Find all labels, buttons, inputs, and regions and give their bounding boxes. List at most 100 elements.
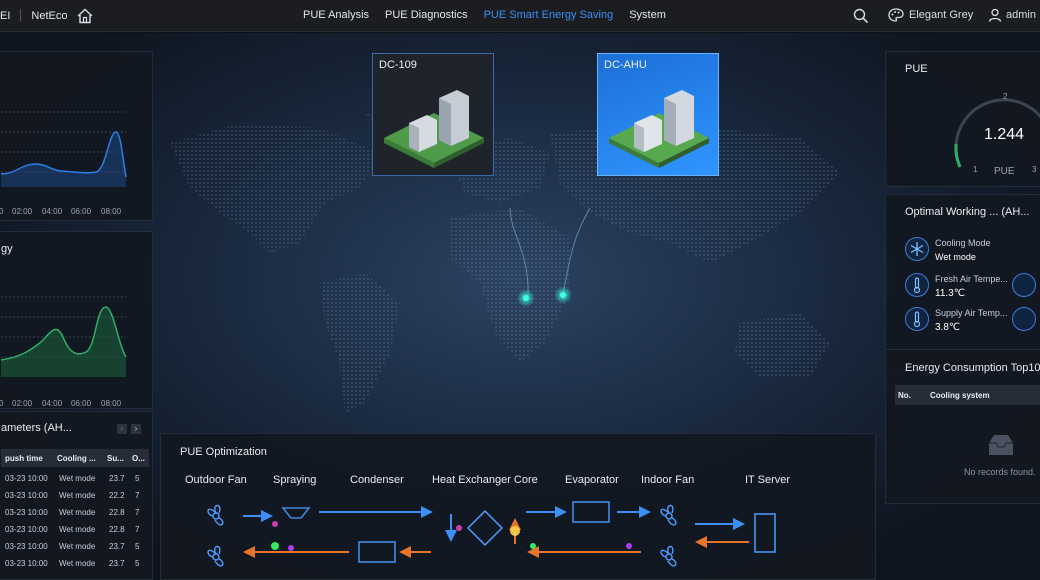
table-cell: 5 [135,474,140,483]
table-cell: 7 [135,525,140,534]
snowflake-icon [905,237,929,261]
column-header[interactable]: Cooling system [930,391,990,400]
table-row[interactable]: 03-23 10:00 Wet mode 23.7 5 [1,555,149,572]
working-item-name: Fresh Air Tempe... [935,274,1008,284]
panel-title: PUE Optimization [180,446,267,458]
stage-label-condenser: Condenser [350,474,404,486]
dc-card-dc-ahu[interactable]: DC-AHU [597,53,719,176]
product-name[interactable]: NetEco [31,10,67,22]
column-header[interactable]: push time [5,454,43,463]
fan-icon [207,504,677,567]
home-icon[interactable] [76,7,94,25]
gauge-scale: 2 [1003,92,1008,101]
world-map [170,108,840,413]
x-tick: 04:00 [42,207,63,216]
table-cell: 03-23 10:00 [5,559,48,568]
table-row[interactable]: 03-23 10:00 Wet mode 23.7 5 [1,538,149,555]
table-cell: 03-23 10:00 [5,474,48,483]
brand-logo-text: EI [0,10,11,22]
panel-title: Energy Consumption Top10 [905,362,1040,374]
working-item-value: Wet mode [935,252,976,262]
table-cell: 23.7 [109,474,125,483]
thermometer-icon [905,307,929,331]
table-row[interactable]: 03-23 10:00 Wet mode 22.2 7 [1,487,149,504]
table-cell: 22.8 [109,508,125,517]
dc-card-label: DC-109 [379,59,417,71]
table-cell: Wet mode [59,474,96,483]
table-cell: Wet mode [59,559,96,568]
x-tick: 02:00 [12,399,33,408]
nav-pue-smart-energy-saving[interactable]: PUE Smart Energy Saving [484,9,614,21]
stage-label-evaporator: Evaporator [565,474,619,486]
table-row[interactable]: 03-23 10:00 Wet mode 22.8 7 [1,521,149,538]
stage-label-it-server: IT Server [745,474,791,486]
working-item-name: Cooling Mode [935,238,991,248]
table-cell: 22.8 [109,525,125,534]
brand: EI NetEco [0,9,67,22]
fan-icon [1012,307,1036,331]
panel-title: Optimal Working ... (AH... [905,206,1030,218]
user-menu[interactable]: admin [988,8,1036,22]
x-tick: 0 [0,399,4,408]
table-cell: Wet mode [59,491,96,500]
x-tick: 06:00 [71,399,92,408]
empty-message: No records found. [964,467,1036,477]
column-header[interactable]: No. [898,391,911,400]
working-item-value: 11.3℃ [935,288,965,299]
panel-title: PUE [905,63,928,75]
panel-title: gy [1,243,13,255]
inbox-icon [989,435,1013,455]
table-cell: 22.2 [109,491,125,500]
nav-pue-analysis[interactable]: PUE Analysis [303,9,369,21]
table-cell: 23.7 [109,559,125,568]
prev-page-button[interactable]: ‹ [117,424,127,434]
table-cell: Wet mode [59,542,96,551]
table-cell: 23.7 [109,542,125,551]
next-page-button[interactable]: › [131,424,141,434]
x-tick: 0 [0,207,4,216]
nav-system[interactable]: System [629,9,666,21]
thermometer-icon [905,273,929,297]
stage-label-outdoor-fan: Outdoor Fan [185,474,247,486]
pue-optimization-panel: PUE Optimization Outdoor Fan Spraying Co… [160,433,876,580]
x-tick: 04:00 [42,399,63,408]
table-cell: 03-23 10:00 [5,542,48,551]
column-header[interactable]: Su... [107,454,124,463]
left-chart-panel-1: 0 02:00 04:00 06:00 08:00 [0,51,153,221]
dc-card-label: DC-AHU [604,59,647,71]
stage-label-heat-exchanger-core: Heat Exchanger Core [432,474,538,486]
nav-pue-diagnostics[interactable]: PUE Diagnostics [385,9,468,21]
table-row[interactable]: 03-23 10:00 Wet mode 23.7 5 [1,470,149,487]
table-cell: 7 [135,491,140,500]
line-chart-blue [1,111,127,187]
working-item-value: 3.8℃ [935,322,961,333]
table-row[interactable]: 03-23 10:00 Wet mode 22.8 7 [1,504,149,521]
table-cell: 03-23 10:00 [5,491,48,500]
left-chart-panel-2: gy 0 02:00 04:00 06:00 08:00 [0,231,153,409]
main-nav: PUE Analysis PUE Diagnostics PUE Smart E… [303,9,666,21]
search-icon[interactable] [852,7,870,25]
theme-switcher[interactable]: Elegant Grey [888,8,973,22]
table-cell: 03-23 10:00 [5,525,48,534]
x-tick: 08:00 [101,207,122,216]
dashboard-stage: DC-109 DC-AHU 0 02:00 04:00 06:00 08:00 … [0,33,1040,580]
stage-label-indoor-fan: Indoor Fan [641,474,695,486]
user-icon [988,8,1002,22]
stage-label-spraying: Spraying [273,474,317,486]
palette-icon [888,8,904,22]
user-name: admin [1006,9,1036,21]
table-cell: 7 [135,508,140,517]
table-cell: Wet mode [59,525,96,534]
table-cell: 03-23 10:00 [5,508,48,517]
top-bar: EI NetEco PUE Analysis PUE Diagnostics PU… [0,0,1040,32]
brand-separator [20,9,22,21]
theme-label: Elegant Grey [909,9,974,21]
column-header[interactable]: O... [132,454,145,463]
column-header[interactable]: Cooling ... [57,454,96,463]
gauge-scale: 1 [973,165,978,174]
x-tick: 06:00 [71,207,92,216]
dc-card-dc-109[interactable]: DC-109 [372,53,494,176]
building-icon [609,90,709,168]
airflow-diagram [207,501,776,567]
pue-unit: PUE [994,166,1015,177]
